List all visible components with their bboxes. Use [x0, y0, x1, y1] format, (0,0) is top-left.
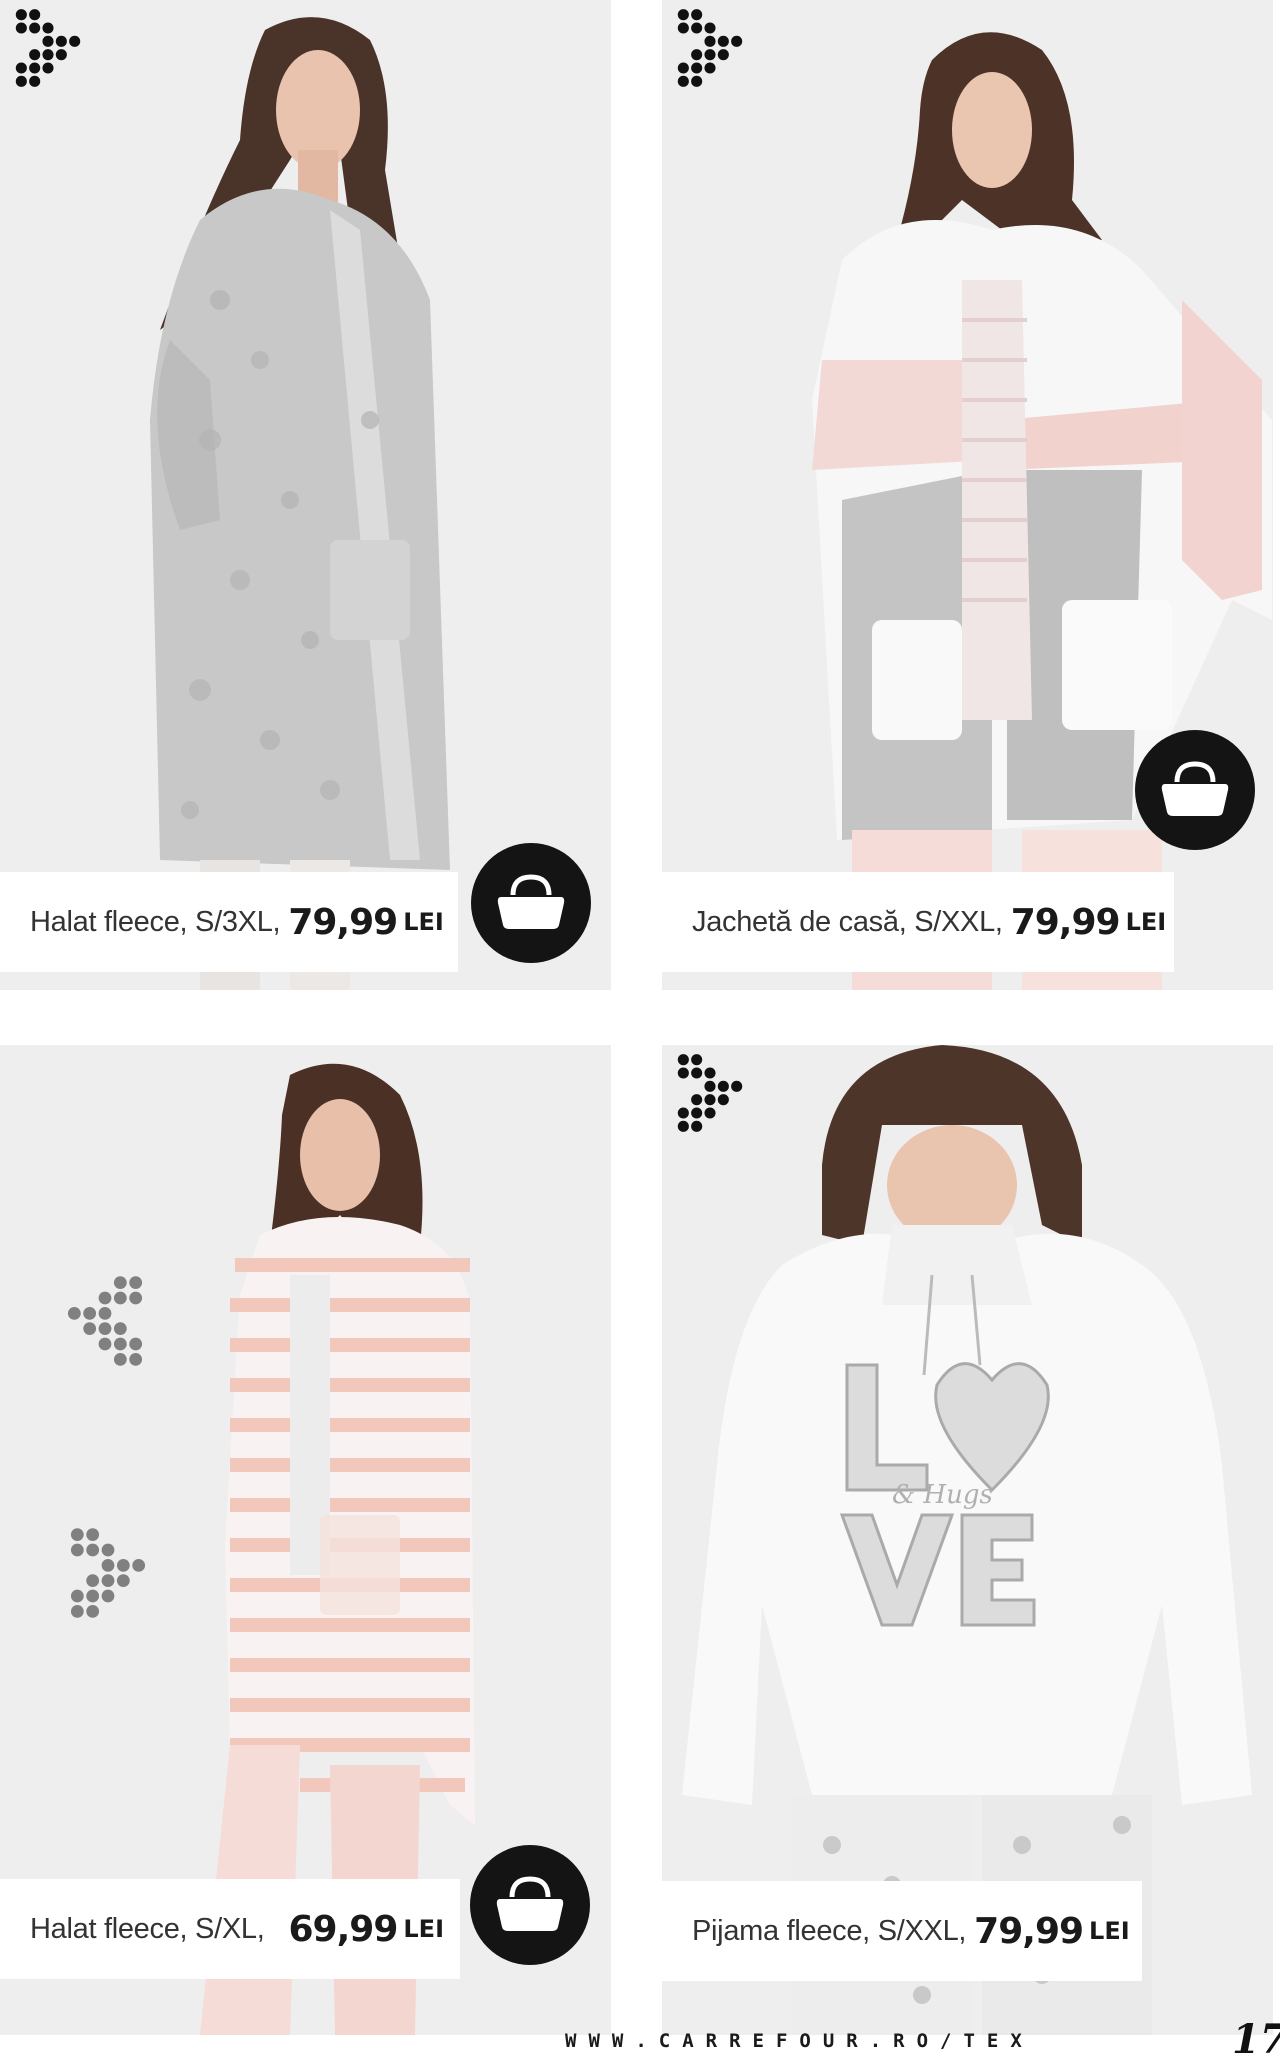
- product-currency: LEI: [403, 1915, 444, 1943]
- add-to-bag-button[interactable]: [1135, 730, 1255, 850]
- product-label: Halat fleece, S/3XL, 79,99 LEI: [0, 872, 458, 972]
- product-label: Pijama fleece, S/XXL, 79,99 LEI: [662, 1881, 1142, 1981]
- dotted-chevron-right-icon: [15, 9, 81, 87]
- product-price: 79,99: [1010, 901, 1121, 943]
- product-photo: [0, 0, 611, 990]
- product-currency: LEI: [1125, 908, 1167, 936]
- dotted-chevron-right-icon: [70, 1528, 146, 1618]
- product-price: 69,99: [288, 1908, 399, 1950]
- product-name: Pijama fleece, S/XXL,: [692, 1914, 967, 1947]
- shopping-bag-icon: [491, 868, 571, 938]
- shopping-bag-icon: [490, 1870, 570, 1940]
- product-currency: LEI: [1089, 1917, 1130, 1945]
- product-card-2[interactable]: Jachetă de casă, S/XXL, 79,99 LEI: [662, 0, 1273, 990]
- product-currency: LEI: [403, 908, 444, 936]
- dotted-chevron-left-icon: [67, 1276, 143, 1366]
- dotted-chevron-right-icon: [677, 9, 743, 87]
- product-name: Jachetă de casă, S/XXL,: [692, 905, 1003, 938]
- product-card-3[interactable]: Halat fleece, S/XL, 69,99 LEI: [0, 1045, 611, 2035]
- product-card-4[interactable]: & Hugs Pijama fleece, S/XXL, 79,99 LEI: [662, 1045, 1273, 2035]
- product-label: Halat fleece, S/XL, 69,99 LEI: [0, 1879, 460, 1979]
- svg-text:& Hugs: & Hugs: [892, 1480, 993, 1510]
- product-label: Jachetă de casă, S/XXL, 79,99 LEI: [662, 872, 1174, 972]
- product-price: 79,99: [974, 1910, 1084, 1952]
- footer-url[interactable]: WWW.CARREFOUR.RO/TEX: [565, 2030, 1205, 2052]
- product-card-1[interactable]: Halat fleece, S/3XL, 79,99 LEI: [0, 0, 611, 990]
- add-to-bag-button[interactable]: [471, 843, 591, 963]
- dotted-chevron-right-icon: [677, 1054, 743, 1132]
- add-to-bag-button[interactable]: [470, 1845, 590, 1965]
- shopping-bag-icon: [1155, 755, 1235, 825]
- product-name: Halat fleece, S/3XL,: [30, 905, 281, 938]
- product-price: 79,99: [288, 901, 398, 943]
- product-name: Halat fleece, S/XL,: [30, 1912, 265, 1945]
- page-number: 17: [1232, 2016, 1280, 2063]
